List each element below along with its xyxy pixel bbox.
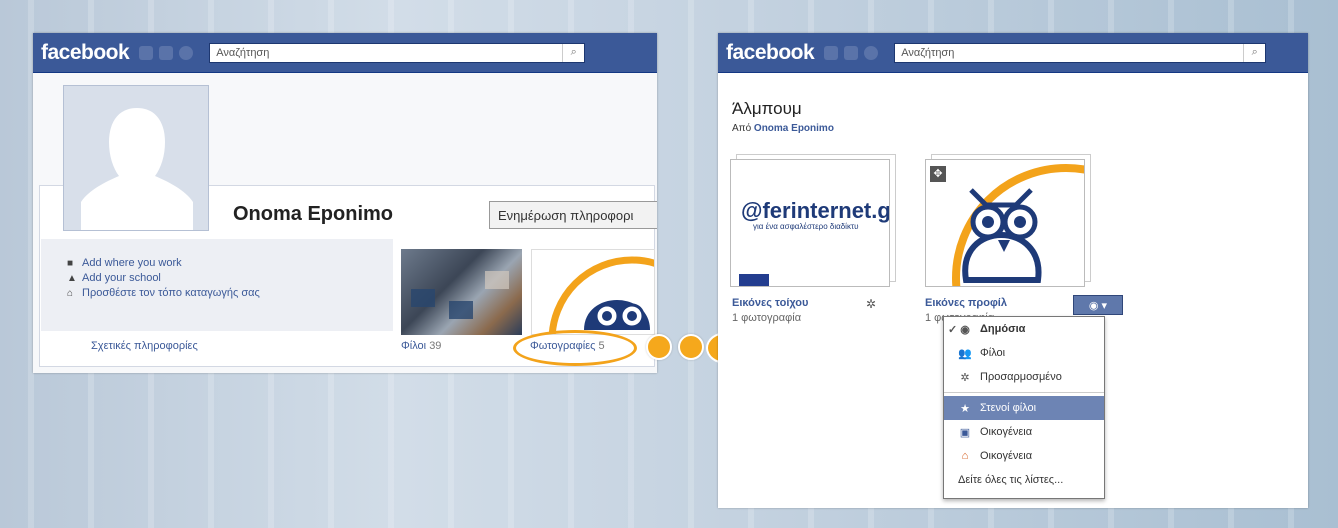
privacy-option-custom[interactable]: ✲ Προσαρμοσμένο [944, 365, 1104, 389]
saferinternet-logo: @ferinternet.g [741, 198, 890, 223]
facebook-logo[interactable]: facebook [41, 41, 130, 65]
facebook-topbar: facebook Αναζήτηση ⌕ [718, 33, 1308, 73]
house-icon: ⌂ [67, 287, 74, 299]
profile-avatar[interactable] [63, 85, 209, 231]
privacy-selector-button[interactable]: ◉ ▾ [1073, 295, 1123, 315]
album-profile-pictures[interactable]: ✥ [925, 154, 1091, 287]
search-icon[interactable]: ⌕ [1243, 43, 1265, 62]
album-owner-line: Από Onoma Eponimo [732, 123, 834, 134]
privacy-option-family-home[interactable]: ⌂ Οικογένεια [944, 444, 1104, 468]
album-count: 1 φωτογραφία [732, 312, 802, 324]
search-placeholder: Αναζήτηση [901, 46, 955, 59]
page-title: Άλμπουμ [732, 99, 802, 118]
add-hometown-link[interactable]: ⌂ Προσθέστε τον τόπο καταγωγής σας [67, 287, 393, 299]
friends-link[interactable]: Φίλοι 39 [401, 340, 441, 352]
friend-requests-icon[interactable] [824, 45, 839, 60]
facebook-topbar: facebook Αναζήτηση ⌕ [33, 33, 657, 73]
briefcase-icon: ■ [67, 257, 74, 269]
home-icon: ⌂ [961, 450, 969, 462]
logo-tagline: για ένα ασφαλέστερο διαδίκτυ [753, 222, 859, 231]
update-info-button[interactable]: Ενημέρωση πληροφορι [489, 201, 657, 229]
gear-icon: ✲ [960, 371, 970, 384]
star-icon: ★ [960, 402, 970, 415]
connector-dot [678, 334, 704, 360]
graduation-cap-icon: ▲ [67, 272, 77, 284]
default-female-avatar-icon [64, 86, 208, 230]
add-work-link[interactable]: ■ Add where you work [67, 257, 393, 269]
search-input[interactable]: Αναζήτηση ⌕ [894, 42, 1267, 63]
chevron-down-icon: ▾ [1101, 299, 1108, 312]
owner-link[interactable]: Onoma Eponimo [754, 123, 834, 134]
move-icon[interactable]: ✥ [930, 166, 946, 182]
gear-icon[interactable]: ✲ [866, 297, 876, 311]
photos-highlight-ring [513, 330, 637, 366]
privacy-option-friends[interactable]: 👥 Φίλοι [944, 341, 1104, 365]
family-icon: ▣ [959, 426, 971, 439]
owl-logo-icon [548, 256, 654, 334]
search-placeholder: Αναζήτηση [216, 46, 270, 59]
album-title[interactable]: Εικόνες τοίχου [732, 297, 808, 309]
search-input[interactable]: Αναζήτηση ⌕ [209, 42, 586, 63]
notifications-globe-icon[interactable] [864, 45, 879, 60]
friend-requests-icon[interactable] [139, 45, 154, 60]
album-title[interactable]: Εικόνες προφίλ [925, 297, 1007, 309]
menu-divider [944, 392, 1104, 393]
messages-icon[interactable] [159, 45, 174, 60]
checkmark-icon: ✓ [948, 323, 958, 336]
albums-page-panel: facebook Αναζήτηση ⌕ Άλμπουμ Από Onoma E… [718, 33, 1308, 508]
privacy-option-family[interactable]: ▣ Οικογένεια [944, 420, 1104, 444]
profile-info-box: ■ Add where you work ▲ Add your school ⌂ Πρ… [41, 239, 393, 331]
eu-flag-icon [739, 274, 769, 286]
album-wall-photos[interactable]: @ferinternet.g για ένα ασφαλέστερο διαδί… [730, 154, 896, 287]
profile-name: Onoma Eponimo [233, 203, 393, 225]
search-icon[interactable]: ⌕ [562, 43, 584, 62]
privacy-option-public[interactable]: ✓ ◉ Δημόσια [944, 317, 1104, 341]
globe-icon: ◉ [960, 323, 970, 336]
notifications-globe-icon[interactable] [179, 45, 194, 60]
owl-logo-icon [952, 164, 1084, 286]
add-school-link[interactable]: ▲ Add your school [67, 272, 393, 284]
photos-thumbnail[interactable] [531, 249, 655, 335]
connector-dot [646, 334, 672, 360]
friends-thumbnail[interactable] [401, 249, 522, 335]
profile-page-panel: facebook Αναζήτηση ⌕ Onoma Eponimo Ενημέ… [33, 33, 657, 373]
privacy-dropdown-menu: ✓ ◉ Δημόσια 👥 Φίλοι ✲ Προσαρμοσμένο ★ Στ… [943, 316, 1105, 499]
see-all-lists-link[interactable]: Δείτε όλες τις λίστες... [944, 468, 1104, 492]
messages-icon[interactable] [844, 45, 859, 60]
friends-icon: 👥 [958, 347, 972, 360]
globe-icon: ◉ [1088, 299, 1099, 312]
facebook-logo[interactable]: facebook [726, 41, 815, 65]
privacy-option-close-friends[interactable]: ★ Στενοί φίλοι [944, 396, 1104, 420]
about-link[interactable]: Σχετικές πληροφορίες [91, 340, 198, 352]
